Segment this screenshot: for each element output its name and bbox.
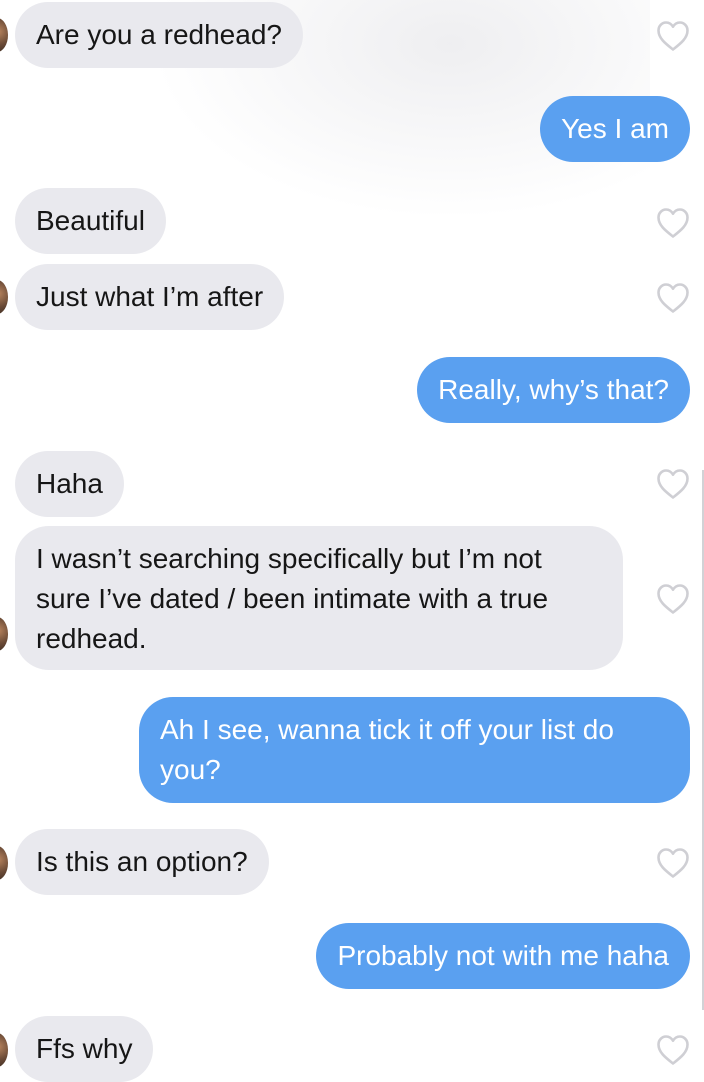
heart-outline-icon[interactable] (655, 281, 691, 314)
received-message[interactable]: Ffs why (15, 1016, 154, 1082)
sent-message[interactable]: Really, why’s that? (417, 357, 690, 423)
avatar[interactable] (0, 617, 8, 651)
heart-outline-icon[interactable] (655, 206, 691, 239)
sent-message[interactable]: Ah I see, wanna tick it off your list do… (139, 697, 690, 803)
avatar[interactable] (0, 846, 8, 880)
received-message[interactable]: Beautiful (15, 188, 166, 254)
received-message[interactable]: Just what I’m after (15, 264, 285, 330)
chat-thread: Are you a redhead? Yes I am Beautiful Ju… (0, 0, 704, 1082)
avatar[interactable] (0, 1033, 8, 1067)
received-message[interactable]: I wasn’t searching specifically but I’m … (15, 526, 623, 670)
sent-message[interactable]: Probably not with me haha (316, 923, 690, 989)
received-message[interactable]: Haha (15, 451, 124, 517)
avatar[interactable] (0, 280, 8, 314)
heart-outline-icon[interactable] (655, 846, 691, 879)
sent-message[interactable]: Yes I am (540, 96, 690, 162)
received-message[interactable]: Is this an option? (15, 829, 269, 895)
heart-outline-icon[interactable] (655, 1033, 691, 1066)
received-message[interactable]: Are you a redhead? (15, 2, 303, 68)
heart-outline-icon[interactable] (655, 467, 691, 500)
avatar[interactable] (0, 18, 8, 52)
heart-outline-icon[interactable] (655, 19, 691, 52)
heart-outline-icon[interactable] (655, 582, 691, 615)
